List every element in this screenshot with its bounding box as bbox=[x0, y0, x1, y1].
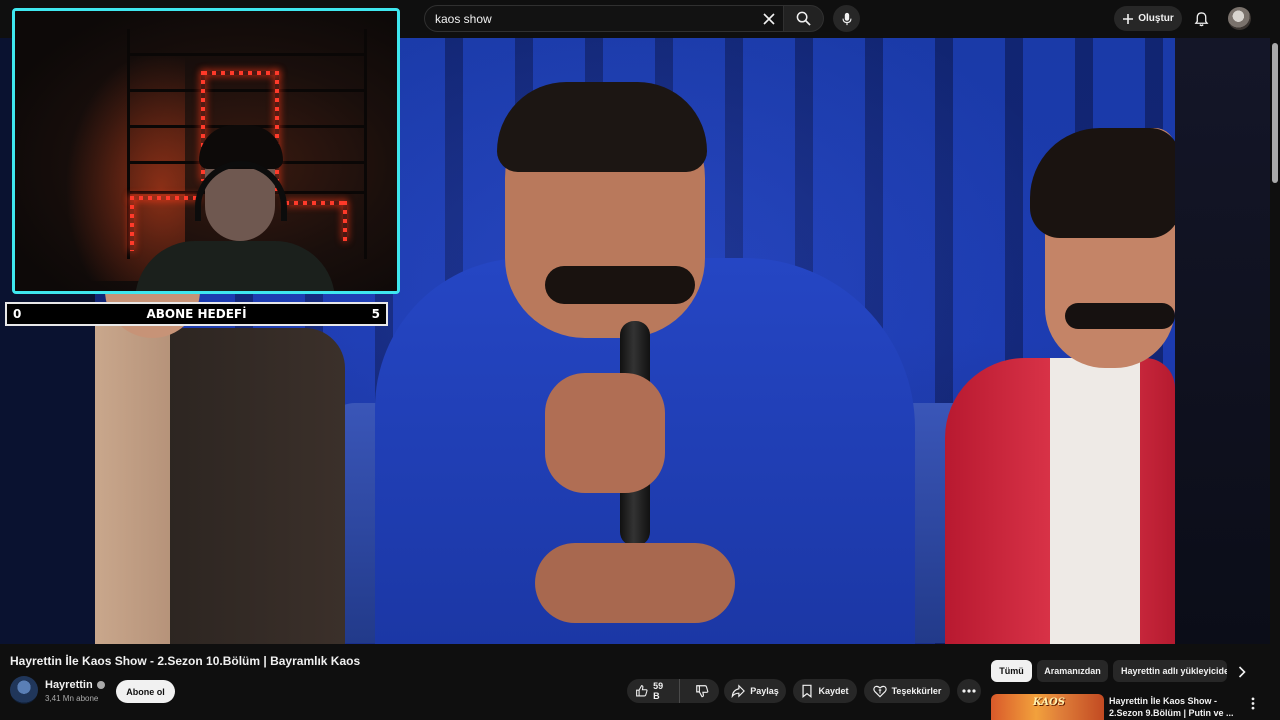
search-icon bbox=[796, 11, 811, 26]
channel-avatar[interactable] bbox=[10, 676, 38, 704]
channel-name[interactable]: Hayrettin bbox=[45, 679, 105, 691]
plus-icon bbox=[1123, 13, 1134, 24]
microphone-icon bbox=[841, 12, 852, 25]
create-label: Oluştur bbox=[1138, 13, 1174, 24]
thanks-label: Teşekkürler bbox=[891, 686, 942, 696]
scrollbar-thumb[interactable] bbox=[1272, 43, 1278, 183]
guest-right bbox=[935, 128, 1175, 644]
voice-search-button[interactable] bbox=[833, 5, 860, 32]
dislike-button[interactable] bbox=[685, 679, 719, 703]
recommended-video-menu-button[interactable] bbox=[1246, 695, 1260, 711]
recommended-video-thumbnail[interactable]: KAOS bbox=[991, 694, 1104, 720]
page-scrollbar[interactable] bbox=[1270, 38, 1280, 720]
channel-name-text: Hayrettin bbox=[45, 679, 93, 691]
goal-title: ABONE HEDEFİ bbox=[146, 307, 247, 321]
subscriber-goal-bar: 0 ABONE HEDEFİ 5 bbox=[5, 302, 388, 326]
share-icon bbox=[731, 684, 746, 698]
like-count: 59 B bbox=[653, 681, 664, 701]
create-button[interactable]: Oluştur bbox=[1114, 6, 1182, 31]
chip-from-uploader[interactable]: Hayrettin adlı yükleyiciden bbox=[1113, 660, 1227, 682]
notifications-button[interactable] bbox=[1189, 7, 1213, 31]
thumbnail-logo-text: KAOS bbox=[1033, 697, 1065, 708]
chevron-right-icon bbox=[1238, 666, 1246, 678]
thumbs-up-icon bbox=[636, 685, 648, 697]
thanks-button[interactable]: Teşekkürler bbox=[864, 679, 950, 703]
like-dislike-group: 59 B bbox=[627, 679, 719, 703]
search-box[interactable] bbox=[424, 5, 784, 32]
share-label: Paylaş bbox=[750, 686, 779, 696]
like-button[interactable]: 59 B bbox=[627, 679, 680, 703]
bell-icon bbox=[1194, 12, 1208, 27]
share-button[interactable]: Paylaş bbox=[724, 679, 786, 703]
more-actions-button[interactable] bbox=[957, 679, 981, 703]
chip-scroll-next-button[interactable] bbox=[1233, 663, 1251, 681]
close-icon bbox=[763, 13, 775, 25]
save-label: Kaydet bbox=[818, 686, 849, 696]
account-avatar[interactable] bbox=[1228, 7, 1251, 30]
bookmark-icon bbox=[802, 684, 813, 698]
save-button[interactable]: Kaydet bbox=[793, 679, 857, 703]
goal-target: 5 bbox=[371, 307, 380, 321]
search-input[interactable] bbox=[435, 11, 755, 26]
more-vertical-icon bbox=[1251, 696, 1255, 710]
clear-search-button[interactable] bbox=[758, 8, 780, 30]
subscriber-count: 3,41 Mn abone bbox=[45, 694, 99, 703]
streamer-webcam bbox=[12, 8, 400, 294]
youtube-watch-page: Oluştur bbox=[0, 0, 1280, 720]
verified-icon bbox=[96, 681, 105, 689]
chip-all[interactable]: Tümü bbox=[991, 660, 1032, 682]
goal-start: 0 bbox=[13, 307, 22, 321]
more-horizontal-icon bbox=[962, 689, 976, 693]
guest-center bbox=[375, 82, 935, 644]
search-button[interactable] bbox=[784, 5, 824, 32]
guest-left bbox=[95, 278, 345, 644]
video-title: Hayrettin İle Kaos Show - 2.Sezon 10.Böl… bbox=[10, 654, 361, 668]
thanks-heart-dollar-icon bbox=[872, 685, 887, 698]
subscribe-button[interactable]: Abone ol bbox=[116, 680, 175, 703]
recommended-video-title[interactable]: Hayrettin İle Kaos Show - 2.Sezon 9.Bölü… bbox=[1109, 695, 1237, 719]
chip-from-search[interactable]: Aramanızdan bbox=[1037, 660, 1108, 682]
thumbs-down-icon bbox=[696, 685, 709, 698]
